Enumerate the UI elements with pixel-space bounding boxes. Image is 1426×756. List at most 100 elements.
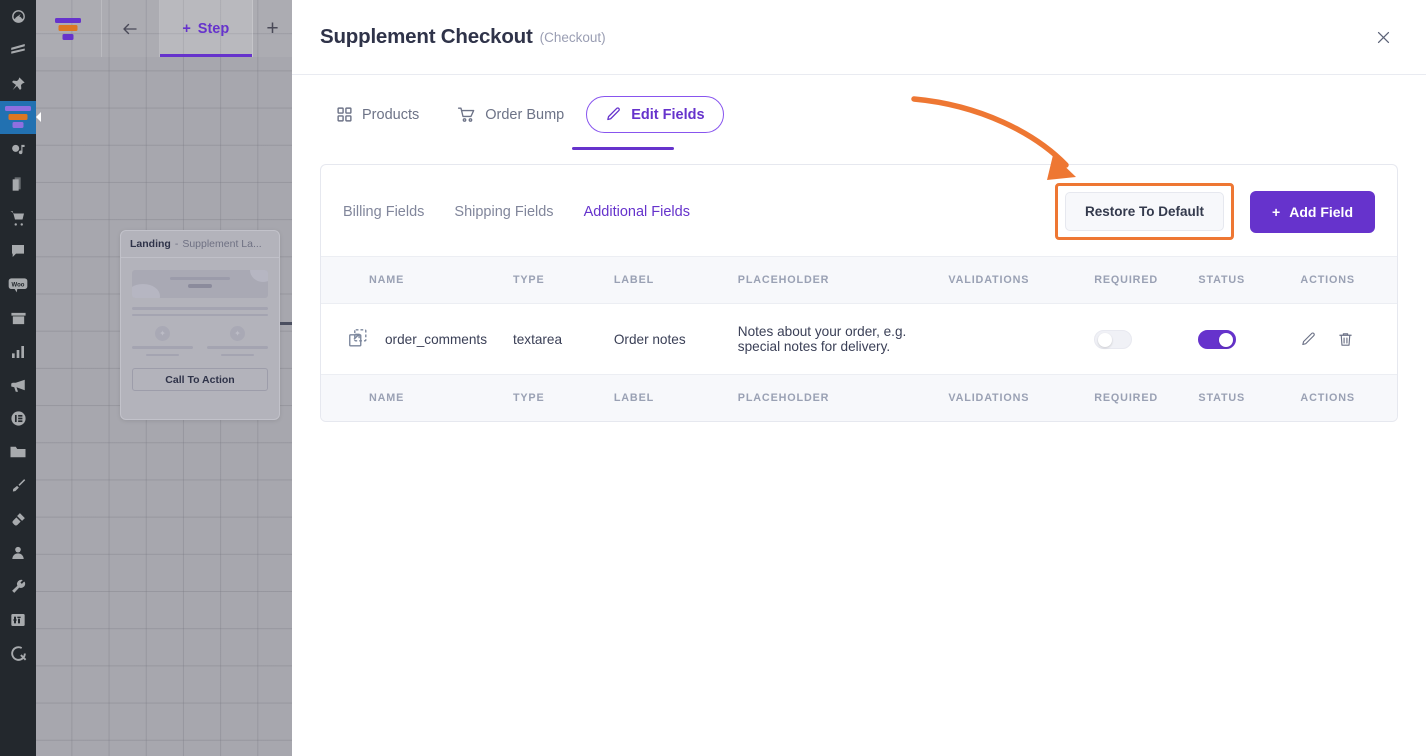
wireframe-circle: ✦: [230, 326, 245, 341]
pin-icon[interactable]: [0, 67, 36, 101]
plus-icon: +: [182, 20, 191, 37]
funnel-toolbar[interactable]: + Step +: [36, 0, 292, 57]
elementor-icon[interactable]: [0, 402, 36, 436]
megaphone-icon[interactable]: [0, 369, 36, 403]
table-body: order_comments textarea Order notes Note…: [321, 303, 1397, 375]
field-group-tabs: Billing Fields Shipping Fields Additiona…: [321, 165, 1397, 256]
tab-edit-fields[interactable]: Edit Fields: [586, 96, 724, 133]
pencil-icon: [607, 107, 621, 121]
q-logo-icon[interactable]: [0, 637, 36, 671]
media-icon[interactable]: [0, 134, 36, 168]
bar-chart-icon[interactable]: [0, 335, 36, 369]
footer-required: REQUIRED: [1094, 374, 1199, 421]
step-separator: -: [174, 238, 179, 250]
modal-tabs: Products Order Bump Edit Fields: [292, 75, 1426, 150]
header-required: REQUIRED: [1094, 256, 1199, 304]
footer-actions: ACTIONS: [1300, 374, 1397, 421]
field-placeholder: Notes about your order, e.g. special not…: [737, 303, 949, 375]
field-type: textarea: [512, 303, 614, 375]
gauge-icon[interactable]: [0, 0, 36, 34]
funnel-logo[interactable]: [36, 0, 102, 57]
funnel-step-card[interactable]: Landing - Supplement La... ✦ ✦ Call To A…: [120, 230, 280, 420]
user-icon[interactable]: [0, 536, 36, 570]
add-step-label: Step: [197, 20, 230, 37]
page-subtitle: (Checkout): [539, 29, 606, 45]
tab-order-bump[interactable]: Order Bump: [441, 95, 580, 134]
call-to-action-button[interactable]: Call To Action: [132, 368, 268, 391]
layers-icon[interactable]: [0, 34, 36, 68]
footer-type: TYPE: [512, 374, 614, 421]
wireframe-columns: ✦ ✦: [132, 326, 268, 356]
step-name-label: Supplement La...: [182, 238, 262, 250]
tab-products[interactable]: Products: [320, 96, 435, 133]
fields-panel: Billing Fields Shipping Fields Additiona…: [320, 164, 1398, 422]
arrow-left-icon: [123, 23, 137, 34]
add-step-button[interactable]: + Step: [159, 0, 253, 57]
header-type: TYPE: [512, 256, 614, 304]
step-type-label: Landing: [130, 238, 171, 250]
grid-icon: [337, 107, 352, 122]
funnel-logo-icon: [55, 17, 82, 40]
table-header-row: NAME TYPE LABEL PLACEHOLDER VALIDATIONS …: [321, 256, 1397, 304]
step-card-preview: ✦ ✦ Call To Action: [121, 258, 279, 403]
footer-status: STATUS: [1198, 374, 1301, 421]
field-label: Order notes: [613, 303, 738, 375]
table-row[interactable]: order_comments textarea Order notes Note…: [321, 303, 1397, 375]
table-head: NAME TYPE LABEL PLACEHOLDER VALIDATIONS …: [321, 256, 1397, 304]
archive-icon[interactable]: [0, 302, 36, 336]
required-toggle[interactable]: [1094, 329, 1133, 349]
close-button[interactable]: [1368, 22, 1398, 52]
brush-icon[interactable]: [0, 469, 36, 503]
header-validations: VALIDATIONS: [948, 256, 1095, 304]
wireframe-circle: ✦: [155, 326, 170, 341]
wireframe-line: [132, 307, 268, 310]
tab-products-label: Products: [362, 106, 420, 123]
add-button[interactable]: +: [253, 0, 292, 57]
header-label: LABEL: [613, 256, 738, 304]
fields-table: NAME TYPE LABEL PLACEHOLDER VALIDATIONS …: [321, 256, 1397, 421]
wordpress-admin-sidebar[interactable]: Woo: [0, 0, 36, 756]
field-name: order_comments: [385, 331, 487, 347]
footer-label: LABEL: [613, 374, 738, 421]
pages-icon[interactable]: [0, 168, 36, 202]
page-title: Supplement Checkout: [320, 25, 533, 48]
back-button[interactable]: [102, 0, 160, 57]
woo-icon[interactable]: Woo: [0, 268, 36, 302]
checkout-settings-modal: Supplement Checkout (Checkout) Products …: [292, 0, 1426, 756]
active-tab-indicator: [572, 146, 674, 150]
wrench-icon[interactable]: [0, 570, 36, 604]
comment-icon[interactable]: [0, 235, 36, 269]
tab-edit-fields-label: Edit Fields: [631, 106, 705, 123]
subtab-additional-fields[interactable]: Additional Fields: [584, 204, 690, 220]
add-field-label: Add Field: [1289, 203, 1353, 220]
funnel-icon: [5, 106, 31, 129]
status-toggle[interactable]: [1198, 329, 1237, 349]
header-placeholder: PLACEHOLDER: [737, 256, 949, 304]
sidebar-item-funnels[interactable]: [0, 100, 36, 134]
delete-field-icon[interactable]: [1337, 331, 1354, 348]
panel-actions: Restore To Default + Add Field: [1055, 183, 1375, 240]
header-status: STATUS: [1198, 256, 1301, 304]
restore-to-default-button[interactable]: Restore To Default: [1065, 192, 1225, 231]
plug-icon[interactable]: [0, 503, 36, 537]
close-icon: [1377, 31, 1389, 43]
add-field-button[interactable]: + Add Field: [1250, 190, 1375, 233]
footer-name: NAME: [321, 374, 513, 421]
move-icon[interactable]: [347, 327, 369, 352]
step-card-title: Landing - Supplement La...: [121, 231, 279, 258]
modal-header: Supplement Checkout (Checkout): [292, 0, 1426, 75]
restore-highlight-box: Restore To Default: [1055, 183, 1235, 240]
cart-icon[interactable]: [0, 201, 36, 235]
cart-icon: [458, 107, 475, 122]
folder-icon[interactable]: [0, 436, 36, 470]
subtab-billing-fields[interactable]: Billing Fields: [343, 204, 424, 220]
edit-field-icon[interactable]: [1300, 331, 1317, 348]
sliders-icon[interactable]: [0, 603, 36, 637]
subtab-shipping-fields[interactable]: Shipping Fields: [454, 204, 553, 220]
svg-text:Woo: Woo: [12, 282, 25, 288]
plus-icon: +: [1272, 203, 1281, 220]
wireframe-line: [132, 313, 268, 316]
table-foot: NAME TYPE LABEL PLACEHOLDER VALIDATIONS …: [321, 374, 1397, 421]
footer-placeholder: PLACEHOLDER: [737, 374, 949, 421]
header-actions: ACTIONS: [1300, 256, 1397, 304]
